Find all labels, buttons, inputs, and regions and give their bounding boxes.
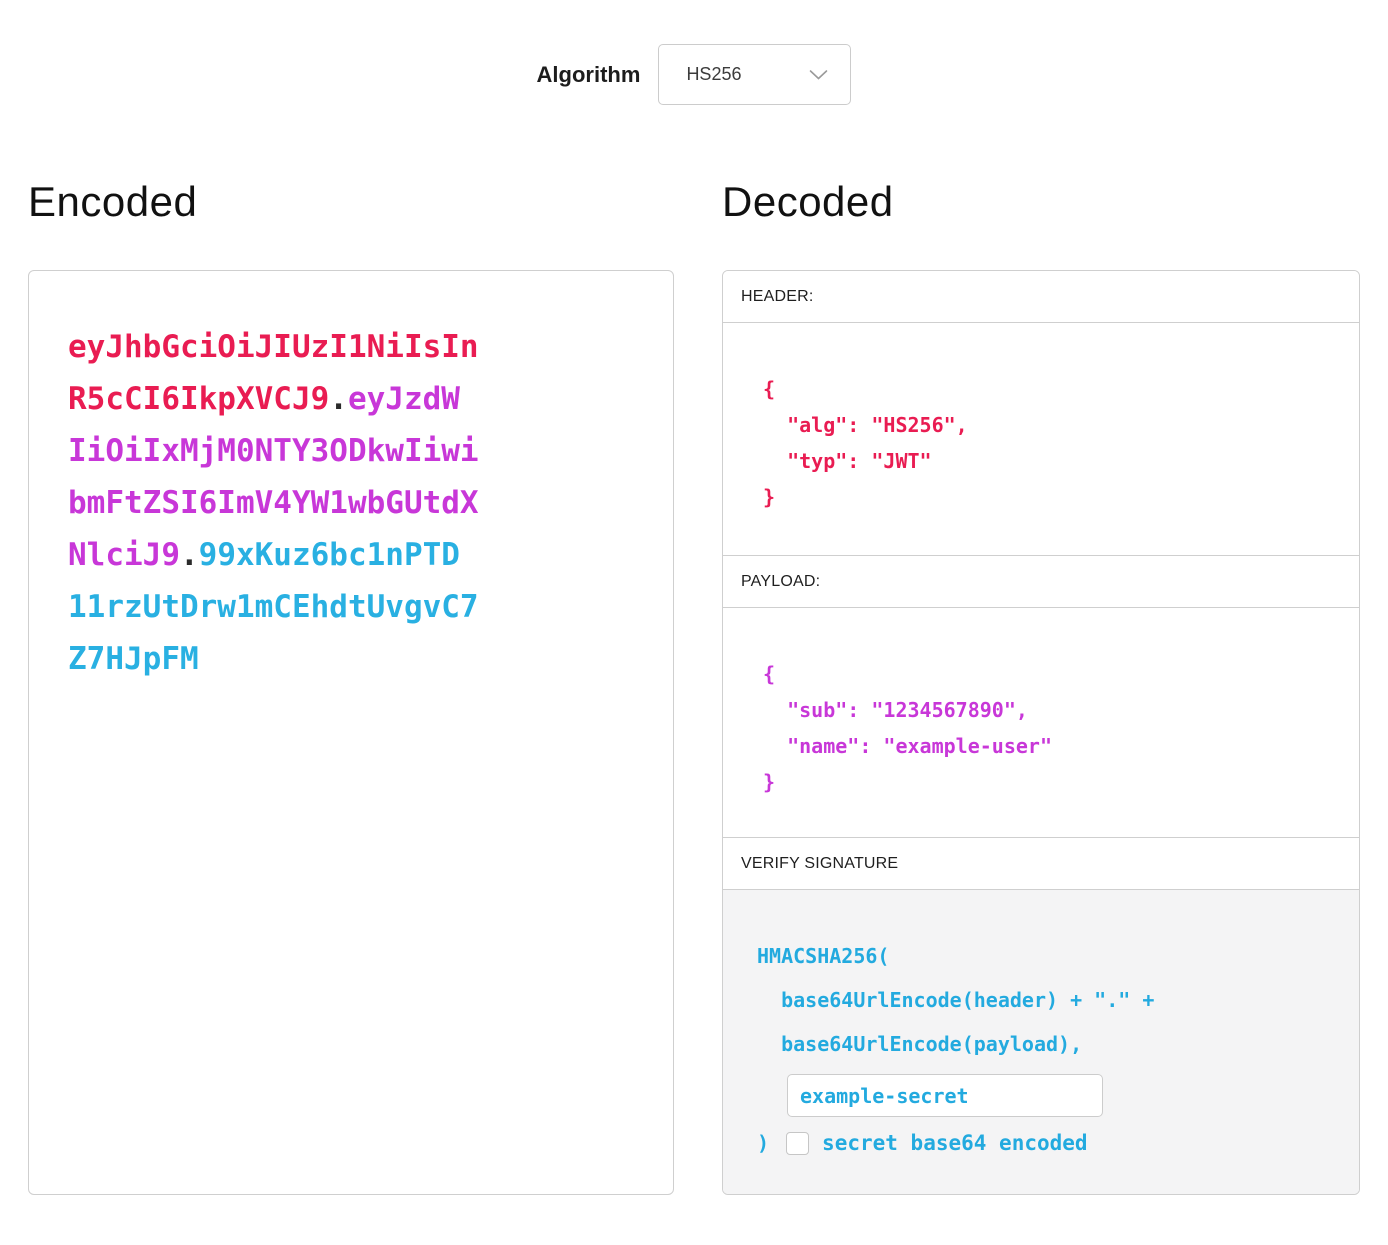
secret-base64-checkbox[interactable]: [786, 1132, 809, 1155]
algorithm-bar: Algorithm HS256: [0, 0, 1388, 105]
token-separator: .: [180, 537, 199, 573]
algorithm-label: Algorithm: [537, 62, 641, 88]
algorithm-select[interactable]: HS256: [658, 44, 851, 105]
header-section-label: HEADER:: [723, 271, 1359, 323]
token-separator: .: [329, 381, 348, 417]
payload-json-editor[interactable]: { "sub": "1234567890", "name": "example-…: [723, 608, 1359, 838]
verify-signature-section-label: VERIFY SIGNATURE: [723, 838, 1359, 890]
header-json-editor[interactable]: { "alg": "HS256", "typ": "JWT" }: [723, 323, 1359, 556]
payload-json: { "sub": "1234567890", "name": "example-…: [763, 656, 1359, 800]
decoded-title: Decoded: [722, 179, 1360, 225]
decoded-panel: HEADER: { "alg": "HS256", "typ": "JWT" }…: [722, 270, 1360, 1195]
algorithm-selected-value: HS256: [686, 64, 741, 85]
chevron-down-icon: [809, 69, 828, 80]
encoded-token-editor[interactable]: eyJhbGciOiJIUzI1NiIsInR5cCI6IkpXVCJ9.eyJ…: [28, 270, 674, 1195]
encoded-column: Encoded eyJhbGciOiJIUzI1NiIsInR5cCI6IkpX…: [28, 179, 674, 1195]
signature-footer: ) secret base64 encoded: [757, 1131, 1359, 1155]
jwt-token[interactable]: eyJhbGciOiJIUzI1NiIsInR5cCI6IkpXVCJ9.eyJ…: [68, 321, 479, 685]
signature-code: HMACSHA256( base64UrlEncode(header) + ".…: [757, 934, 1359, 1066]
header-json: { "alg": "HS256", "typ": "JWT" }: [763, 371, 1359, 515]
secret-input[interactable]: [787, 1074, 1103, 1117]
signature-close-paren: ): [757, 1131, 769, 1155]
secret-base64-label[interactable]: secret base64 encoded: [822, 1131, 1088, 1155]
decoded-column: Decoded HEADER: { "alg": "HS256", "typ":…: [722, 179, 1360, 1195]
encoded-title: Encoded: [28, 179, 674, 225]
payload-section-label: PAYLOAD:: [723, 556, 1359, 608]
verify-signature-panel: HMACSHA256( base64UrlEncode(header) + ".…: [723, 890, 1359, 1194]
debugger-main: Encoded eyJhbGciOiJIUzI1NiIsInR5cCI6IkpX…: [0, 179, 1388, 1195]
